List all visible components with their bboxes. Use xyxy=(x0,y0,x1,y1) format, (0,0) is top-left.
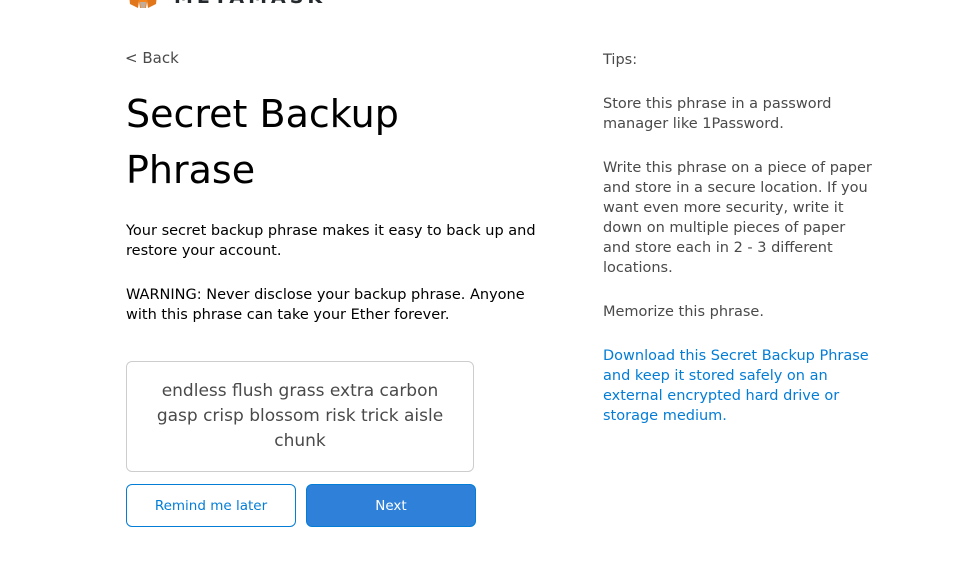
back-link[interactable]: < Back xyxy=(125,49,179,67)
tips-heading: Tips: xyxy=(603,52,638,68)
metamask-fox-icon xyxy=(129,0,157,8)
logo-wordmark: METAMASK xyxy=(174,0,326,8)
warning-text: WARNING: Never disclose your backup phra… xyxy=(126,287,525,323)
page-title: Secret Backup Phrase xyxy=(126,92,399,192)
secret-phrase-box[interactable]: endless flush grass extra carbon gasp cr… xyxy=(126,361,474,472)
remind-me-later-button[interactable]: Remind me later xyxy=(126,484,296,527)
tips-panel: Tips: Store this phrase in a password ma… xyxy=(603,50,873,450)
tip-password-manager: Store this phrase in a password manager … xyxy=(603,96,832,132)
download-phrase-link[interactable]: Download this Secret Backup Phrase and k… xyxy=(603,346,873,426)
next-button[interactable]: Next xyxy=(306,484,476,527)
tip-memorize: Memorize this phrase. xyxy=(603,304,764,320)
app-logo: METAMASK xyxy=(126,0,326,8)
description-text: Your secret backup phrase makes it easy … xyxy=(126,223,536,259)
tip-write-on-paper: Write this phrase on a piece of paper an… xyxy=(603,160,872,276)
secret-phrase-text: endless flush grass extra carbon gasp cr… xyxy=(156,381,444,451)
